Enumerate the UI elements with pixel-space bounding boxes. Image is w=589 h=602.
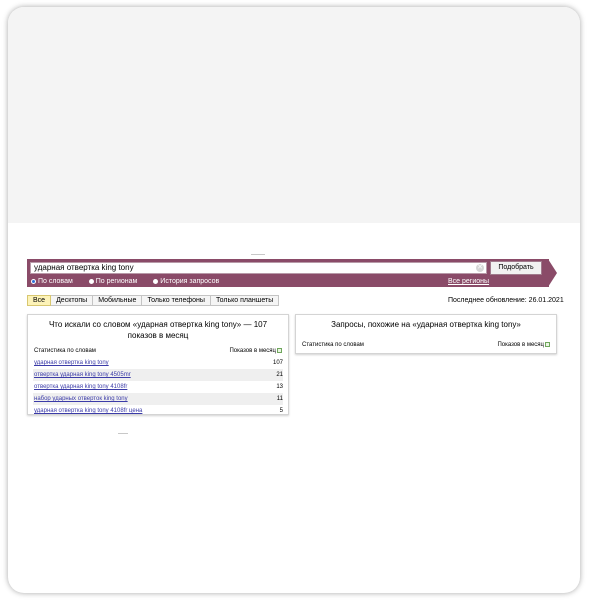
search-query-text: ударная отвертка king tony	[34, 263, 134, 272]
radio-icon	[88, 279, 94, 284]
device-tabs: Все Десктопы Мобильные Только телефоны Т…	[27, 295, 280, 306]
impressions-count: 13	[276, 384, 283, 390]
search-bar-arrow	[548, 259, 557, 287]
tab-tablets-only[interactable]: Только планшеты	[210, 295, 280, 306]
radio-by-regions[interactable]: По регионам	[88, 277, 138, 286]
all-regions-link[interactable]: Все регионы	[448, 278, 489, 286]
panel-title: Что искали со словом «ударная отвертка k…	[48, 320, 268, 340]
radio-history[interactable]: История запросов	[153, 277, 219, 286]
table-row: набор ударных отверток king tony 11	[33, 393, 283, 405]
impressions-count: 11	[276, 396, 283, 402]
radio-selected-icon	[31, 279, 36, 284]
col-stats-header: Статистика по словам	[302, 342, 364, 348]
col-impressions-header: Показов в месяц	[229, 347, 282, 355]
tab-all[interactable]: Все	[27, 295, 52, 306]
search-mode-group: По словам По регионам История запросов	[31, 277, 233, 286]
radio-label: История запросов	[160, 278, 220, 285]
table-row: ударная отвертка king tony 4108fr цена 5	[33, 405, 283, 417]
panel-title: Запросы, похожие на «ударная отвертка ki…	[331, 320, 521, 329]
last-update-text: Последнее обновление: 26.01.2021	[448, 297, 564, 304]
export-icon[interactable]	[277, 348, 282, 353]
table-row: ударная отвертка king tony 107	[33, 357, 283, 369]
clear-icon[interactable]: ✕	[476, 264, 484, 272]
radio-label: По регионам	[95, 278, 138, 285]
screenshot-frame: ударная отвертка king tony ✕ Подобрать П…	[8, 7, 580, 593]
phrase-link[interactable]: отвертка ударная king tony 4505mr	[34, 369, 131, 381]
export-icon[interactable]	[545, 342, 550, 347]
similar-queries-panel: Запросы, похожие на «ударная отвертка ki…	[295, 314, 557, 354]
impressions-count: 5	[279, 408, 283, 414]
phrase-link[interactable]: ударная отвертка king tony 4108fr цена	[34, 405, 142, 417]
tab-phones-only[interactable]: Только телефоны	[142, 295, 211, 306]
impressions-count: 21	[276, 372, 283, 378]
radio-icon	[153, 279, 159, 284]
col-impressions-header: Показов в месяц	[497, 341, 550, 349]
keyword-stats-panel: Что искали со словом «ударная отвертка k…	[27, 314, 289, 415]
phrase-link[interactable]: отвертка ударная king tony 4108fr	[34, 381, 127, 393]
divider-bottom	[118, 433, 128, 434]
search-input[interactable]: ударная отвертка king tony	[30, 262, 487, 274]
tab-desktops[interactable]: Десктопы	[51, 295, 94, 306]
radio-label: По словам	[38, 278, 73, 285]
search-bar: ударная отвертка king tony ✕ Подобрать П…	[27, 259, 549, 287]
table-row: отвертка ударная king tony 4505mr 21	[33, 369, 283, 381]
col-stats-header: Статистика по словам	[34, 348, 96, 354]
table-row: отвертка ударная king tony 4108fr 13	[33, 381, 283, 393]
submit-button[interactable]: Подобрать	[490, 261, 542, 275]
blank-gray-area	[8, 7, 580, 223]
impressions-count: 107	[272, 360, 283, 366]
tab-mobile[interactable]: Мобильные	[93, 295, 143, 306]
radio-by-words[interactable]: По словам	[31, 277, 73, 286]
divider-top	[251, 254, 265, 255]
phrase-link[interactable]: набор ударных отверток king tony	[34, 393, 128, 405]
phrase-link[interactable]: ударная отвертка king tony	[34, 357, 109, 369]
